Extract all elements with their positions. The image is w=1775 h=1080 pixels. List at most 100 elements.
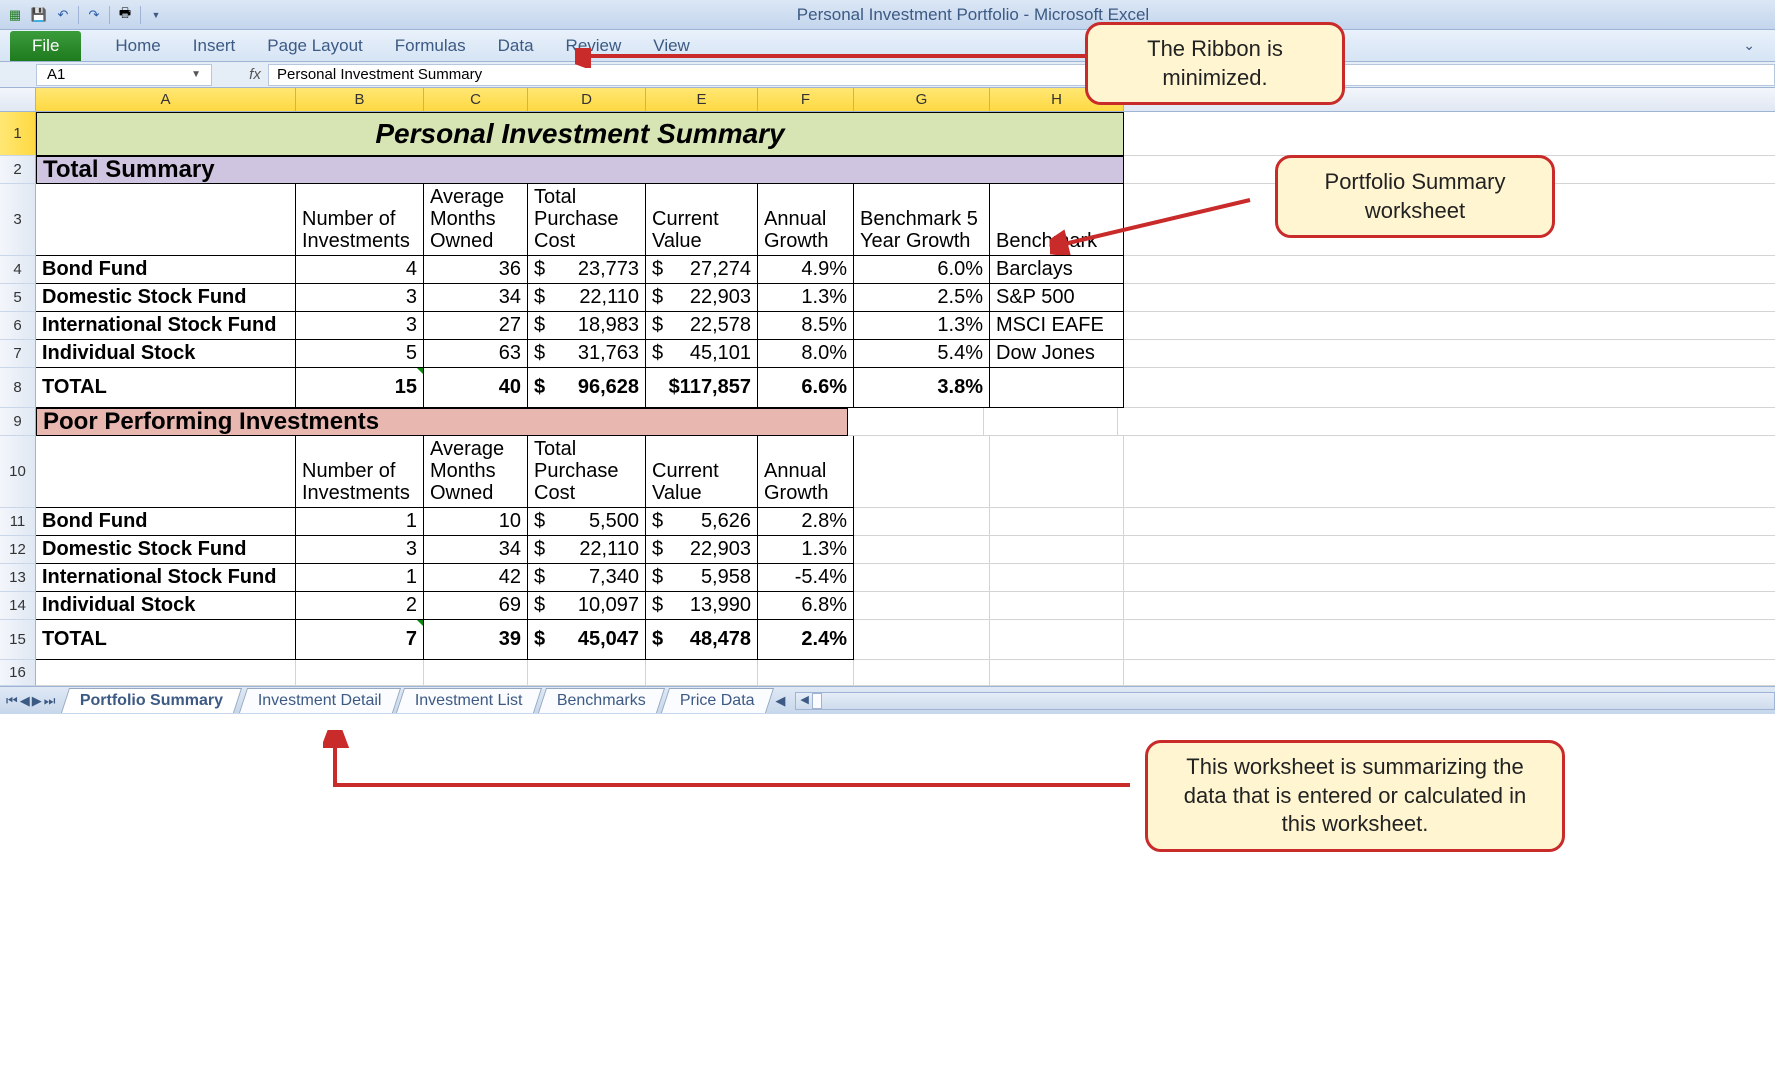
cell-g4[interactable]: 6.0%: [854, 256, 990, 284]
cell-g8[interactable]: 3.8%: [854, 368, 990, 408]
name-box[interactable]: A1 ▼: [36, 64, 212, 86]
cell-g3[interactable]: Benchmark 5 Year Growth: [854, 184, 990, 256]
cell-c13[interactable]: 42: [424, 564, 528, 592]
cell-b3[interactable]: Number of Investments: [296, 184, 424, 256]
cell-f10[interactable]: Annual Growth: [758, 436, 854, 508]
cell-b16[interactable]: [296, 660, 424, 686]
cell-h16[interactable]: [990, 660, 1124, 686]
redo-icon[interactable]: ↷: [85, 6, 103, 24]
cell-e14[interactable]: $13,990: [646, 592, 758, 620]
row-header-5[interactable]: 5: [0, 284, 36, 312]
row-header-10[interactable]: 10: [0, 436, 36, 508]
undo-icon[interactable]: ↶: [54, 6, 72, 24]
cell-c8[interactable]: 40: [424, 368, 528, 408]
cell-f5[interactable]: 1.3%: [758, 284, 854, 312]
cell-a13[interactable]: International Stock Fund: [36, 564, 296, 592]
cell-d15[interactable]: $45,047: [528, 620, 646, 660]
cell-a12[interactable]: Domestic Stock Fund: [36, 536, 296, 564]
cell-d12[interactable]: $22,110: [528, 536, 646, 564]
cell-g16[interactable]: [854, 660, 990, 686]
cell-h4[interactable]: Barclays: [990, 256, 1124, 284]
cell-b6[interactable]: 3: [296, 312, 424, 340]
row-header-11[interactable]: 11: [0, 508, 36, 536]
cell-e13[interactable]: $5,958: [646, 564, 758, 592]
row-header-4[interactable]: 4: [0, 256, 36, 284]
row-header-16[interactable]: 16: [0, 660, 36, 686]
cell-d14[interactable]: $10,097: [528, 592, 646, 620]
section-total-summary[interactable]: Total Summary: [36, 156, 1124, 184]
cell-a3[interactable]: [36, 184, 296, 256]
cell-a7[interactable]: Individual Stock: [36, 340, 296, 368]
ribbon-tab-insert[interactable]: Insert: [177, 36, 252, 56]
cell-c10[interactable]: Average Months Owned: [424, 436, 528, 508]
row-header-3[interactable]: 3: [0, 184, 36, 256]
cell-f3[interactable]: Annual Growth: [758, 184, 854, 256]
qat-dropdown-icon[interactable]: ▼: [147, 6, 165, 24]
cell-a10[interactable]: [36, 436, 296, 508]
ribbon-tab-formulas[interactable]: Formulas: [379, 36, 482, 56]
cell-h8[interactable]: [990, 368, 1124, 408]
cell-b7[interactable]: 5: [296, 340, 424, 368]
cell-d3[interactable]: Total Purchase Cost: [528, 184, 646, 256]
row-header-8[interactable]: 8: [0, 368, 36, 408]
sheet-nav-prev-icon[interactable]: ◀: [20, 693, 30, 709]
cell-e7[interactable]: $45,101: [646, 340, 758, 368]
cell-g12[interactable]: [854, 536, 990, 564]
cell-d6[interactable]: $18,983: [528, 312, 646, 340]
cell-c3[interactable]: Average Months Owned: [424, 184, 528, 256]
cell-d11[interactable]: $5,500: [528, 508, 646, 536]
sheet-nav-first-icon[interactable]: ⏮: [6, 693, 18, 709]
cell-d7[interactable]: $31,763: [528, 340, 646, 368]
cell-b5[interactable]: 3: [296, 284, 424, 312]
col-header-a[interactable]: A: [36, 88, 296, 111]
cell-e16[interactable]: [646, 660, 758, 686]
cell-f12[interactable]: 1.3%: [758, 536, 854, 564]
cell-f13[interactable]: -5.4%: [758, 564, 854, 592]
cell-d8[interactable]: $96,628: [528, 368, 646, 408]
cell-a6[interactable]: International Stock Fund: [36, 312, 296, 340]
cell-h5[interactable]: S&P 500: [990, 284, 1124, 312]
sheet-tab-scroll-icon[interactable]: ◀: [775, 693, 785, 709]
cell-h15[interactable]: [990, 620, 1124, 660]
cell-e3[interactable]: Current Value: [646, 184, 758, 256]
cell-f8[interactable]: 6.6%: [758, 368, 854, 408]
ribbon-tab-page-layout[interactable]: Page Layout: [251, 36, 378, 56]
cell-g14[interactable]: [854, 592, 990, 620]
cell-a4[interactable]: Bond Fund: [36, 256, 296, 284]
cell-c15[interactable]: 39: [424, 620, 528, 660]
cell-e8[interactable]: $117,857: [646, 368, 758, 408]
cell-h7[interactable]: Dow Jones: [990, 340, 1124, 368]
cell-a16[interactable]: [36, 660, 296, 686]
cell-f6[interactable]: 8.5%: [758, 312, 854, 340]
cell-g5[interactable]: 2.5%: [854, 284, 990, 312]
cell-f15[interactable]: 2.4%: [758, 620, 854, 660]
row-header-13[interactable]: 13: [0, 564, 36, 592]
cell-d13[interactable]: $7,340: [528, 564, 646, 592]
cell-g9[interactable]: [848, 408, 984, 436]
cell-e5[interactable]: $22,903: [646, 284, 758, 312]
cell-c4[interactable]: 36: [424, 256, 528, 284]
select-all-corner[interactable]: [0, 88, 36, 111]
cell-b15[interactable]: 7: [296, 620, 424, 660]
cell-e6[interactable]: $22,578: [646, 312, 758, 340]
ribbon-minimize-icon[interactable]: ⌄: [1743, 37, 1755, 54]
cell-b10[interactable]: Number of Investments: [296, 436, 424, 508]
sheet-tab-price-data[interactable]: Price Data: [661, 688, 774, 713]
cell-e15[interactable]: $48,478: [646, 620, 758, 660]
cell-h6[interactable]: MSCI EAFE: [990, 312, 1124, 340]
cell-d10[interactable]: Total Purchase Cost: [528, 436, 646, 508]
cell-g6[interactable]: 1.3%: [854, 312, 990, 340]
col-header-c[interactable]: C: [424, 88, 528, 111]
cell-a5[interactable]: Domestic Stock Fund: [36, 284, 296, 312]
cell-a11[interactable]: Bond Fund: [36, 508, 296, 536]
cell-c6[interactable]: 27: [424, 312, 528, 340]
cell-f7[interactable]: 8.0%: [758, 340, 854, 368]
row-header-14[interactable]: 14: [0, 592, 36, 620]
cell-b11[interactable]: 1: [296, 508, 424, 536]
cell-f11[interactable]: 2.8%: [758, 508, 854, 536]
row-header-9[interactable]: 9: [0, 408, 36, 436]
cell-e11[interactable]: $5,626: [646, 508, 758, 536]
sheet-title[interactable]: Personal Investment Summary: [36, 112, 1124, 156]
cell-e4[interactable]: $27,274: [646, 256, 758, 284]
row-header-1[interactable]: 1: [0, 112, 36, 156]
